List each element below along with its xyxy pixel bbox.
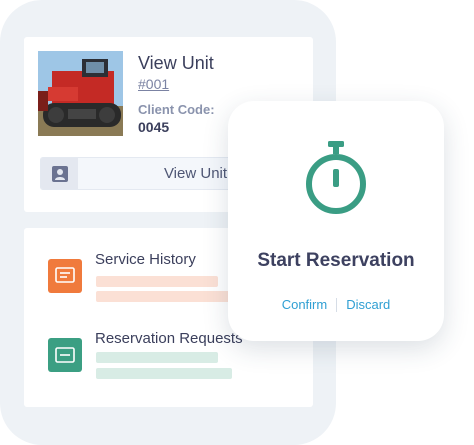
- client-code-value: 0045: [138, 119, 170, 135]
- receipt-icon: [48, 259, 82, 293]
- discard-button[interactable]: Discard: [346, 297, 390, 312]
- divider: [336, 297, 338, 312]
- placeholder-bar: [96, 291, 232, 302]
- placeholder-bar: [96, 352, 218, 363]
- unit-title: View Unit: [138, 53, 214, 73]
- contact-card-icon: [41, 158, 78, 189]
- stopwatch-icon: [306, 141, 366, 214]
- start-reservation-card: Start Reservation Confirm Discard: [228, 101, 444, 341]
- reservation-actions: Confirm Discard: [228, 297, 444, 312]
- placeholder-bar: [96, 276, 218, 287]
- unit-id-link[interactable]: #001: [138, 76, 169, 92]
- app-stage: View Unit #001 Client Code: 0045 View Un…: [0, 0, 474, 445]
- placeholder-bar: [96, 368, 232, 379]
- service-history-title[interactable]: Service History: [95, 251, 196, 268]
- reservation-requests-title[interactable]: Reservation Requests: [95, 330, 243, 347]
- start-reservation-title: Start Reservation: [257, 250, 415, 271]
- tractor-photo: [38, 51, 123, 136]
- client-code-label: Client Code:: [138, 102, 215, 117]
- confirm-button[interactable]: Confirm: [282, 297, 328, 312]
- card-icon: [48, 338, 82, 372]
